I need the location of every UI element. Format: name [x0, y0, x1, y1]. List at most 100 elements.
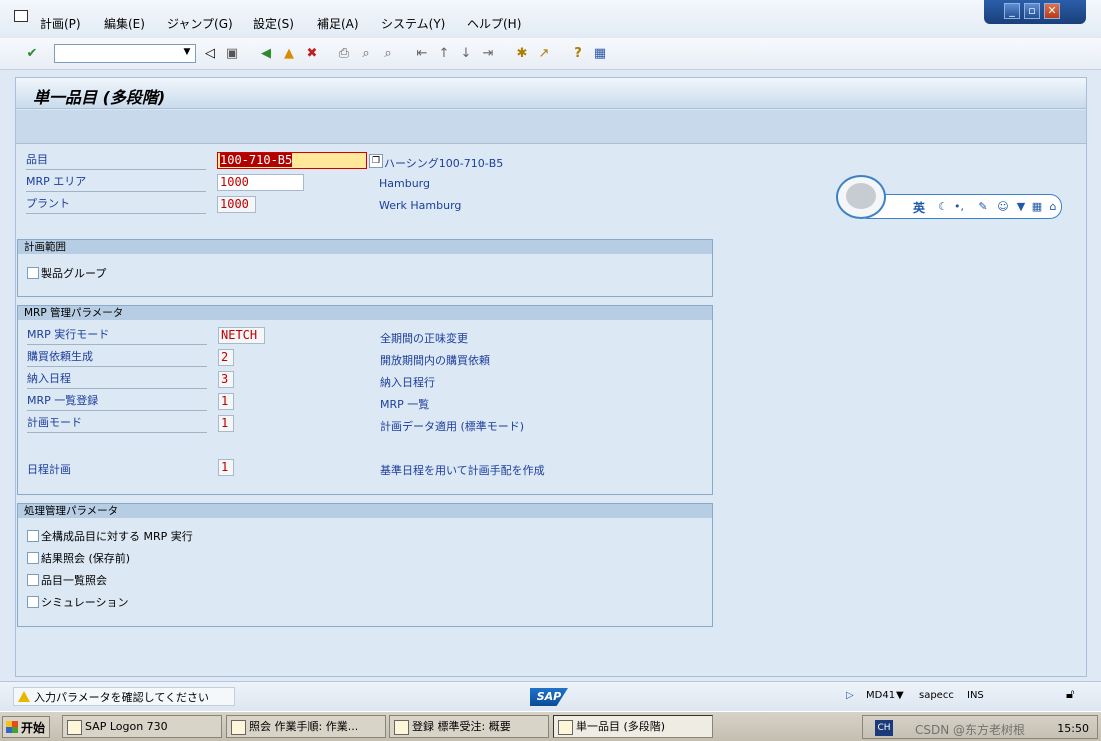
grid-icon[interactable]: ▦ [1031, 200, 1043, 214]
help-icon[interactable]: ? [570, 45, 586, 61]
back-triangle-icon[interactable]: ◁ [202, 45, 218, 61]
material-label: 品目 [26, 151, 206, 170]
planning-mode-field[interactable]: 1 [218, 415, 234, 432]
ime-mascot-icon [836, 175, 886, 219]
wrench-icon[interactable]: ✎ [977, 200, 989, 214]
start-button[interactable]: 开始 [2, 716, 50, 738]
play-icon[interactable]: ▷ [846, 690, 854, 701]
purchase-req-desc: 開放期間内の購買依頼 [380, 354, 490, 367]
result-display-checkbox[interactable] [27, 552, 39, 564]
system-tray: CH CSDN @东方老树根 15:50 [862, 715, 1098, 739]
result-display-label: 結果照会 (保存前) [41, 552, 131, 565]
lock-icon[interactable]: 🔓︎ [1066, 687, 1074, 702]
check-icon[interactable]: ✔ [24, 45, 40, 61]
menu-settings[interactable]: 設定(S) [253, 15, 294, 32]
material-list-row[interactable]: 品目一覧照会 [27, 572, 107, 588]
plant-desc: Werk Hamburg [379, 199, 462, 212]
command-field[interactable]: ▼ [54, 44, 196, 63]
smiley-icon[interactable]: ☺ [997, 200, 1009, 214]
shortcut-icon[interactable]: ↗ [536, 45, 552, 61]
main-panel: 単一品目 (多段階) 品目 100-710-B5 ❐ ハーシング100-710-… [15, 77, 1087, 677]
material-field[interactable]: 100-710-B5 [217, 152, 367, 169]
purchase-req-field[interactable]: 2 [218, 349, 234, 366]
sap-logo: SAP [530, 688, 568, 706]
taskbar: 开始 SAP Logon 730 照会 作業手順: 作業... 登録 標準受注:… [0, 711, 1101, 741]
title-bar: 単一品目 (多段階) [16, 78, 1086, 109]
purchase-req-label: 購買依頼生成 [27, 348, 207, 367]
ime-bar: 英 ☾ •, ✎ ☺ ▼ ▦ ⌂ [856, 194, 1062, 219]
transaction-code[interactable]: MD41 [866, 690, 895, 701]
last-page-icon[interactable]: ⇥ [480, 45, 496, 61]
menu-extras[interactable]: 補足(A) [317, 15, 359, 32]
standard-toolbar: ✔ ▼ ◁ ▣ ◀ ▲ ✖ ⎙ ⌕ ⌕ ⇤ ↑ ↓ ⇥ ✱ ↗ ? ▦ [0, 38, 1101, 70]
delivery-schedule-label: 納入日程 [27, 370, 207, 389]
insert-mode[interactable]: INS [967, 690, 984, 701]
status-bar: 入力パラメータを確認してください SAP ▷ MD41 ▼ sapecc INS… [0, 681, 1101, 711]
status-message[interactable]: 入力パラメータを確認してください [13, 687, 235, 706]
mrp-all-components-row[interactable]: 全構成品目に対する MRP 実行 [27, 528, 193, 544]
next-page-icon[interactable]: ↓ [458, 45, 474, 61]
mrp-all-components-label: 全構成品目に対する MRP 実行 [41, 530, 193, 543]
mrp-control-group: MRP 管理パラメータ MRP 実行モード NETCH 全期間の正味変更 購買依… [17, 305, 713, 495]
back-icon[interactable]: ◀ [258, 45, 274, 61]
result-display-row[interactable]: 結果照会 (保存前) [27, 550, 130, 566]
simulation-checkbox[interactable] [27, 596, 39, 608]
clock: 15:50 [1057, 722, 1089, 735]
menu-bar: 計画(P) 編集(E) ジャンプ(G) 設定(S) 補足(A) システム(Y) … [0, 0, 1101, 38]
moon-icon[interactable]: ☾ [937, 200, 949, 214]
chevron-down-icon[interactable]: ▼ [181, 47, 193, 60]
simulation-row[interactable]: シミュレーション [27, 594, 129, 610]
mrp-run-mode-field[interactable]: NETCH [218, 327, 265, 344]
ime-toolbar[interactable]: 英 ☾ •, ✎ ☺ ▼ ▦ ⌂ [836, 175, 1062, 219]
page-title: 単一品目 (多段階) [33, 88, 166, 107]
system-menu-icon[interactable] [14, 10, 28, 22]
mrp-area-label: MRP エリア [26, 173, 206, 192]
menu-system[interactable]: システム(Y) [381, 15, 445, 32]
material-list-label: 品目一覧照会 [41, 574, 107, 587]
plant-field[interactable]: 1000 [217, 196, 256, 213]
chevron-down-icon[interactable]: ▼ [896, 690, 904, 701]
task-routing[interactable]: 照会 作業手順: 作業... [226, 715, 386, 738]
scheduling-label: 日程計画 [27, 463, 71, 476]
close-button[interactable]: ✕ [1044, 3, 1060, 19]
task-sales-order[interactable]: 登録 標準受注: 概要 [389, 715, 549, 738]
delivery-schedule-field[interactable]: 3 [218, 371, 234, 388]
menu-goto[interactable]: ジャンプ(G) [167, 15, 233, 32]
product-group-row[interactable]: 製品グループ [27, 265, 106, 281]
prev-page-icon[interactable]: ↑ [436, 45, 452, 61]
ime-language[interactable]: 英 [913, 199, 925, 216]
task-single-item[interactable]: 単一品目 (多段階) [553, 715, 713, 738]
find-next-icon[interactable]: ⌕ [380, 45, 396, 61]
shirt-icon[interactable]: ▼ [1015, 200, 1027, 214]
menu-help[interactable]: ヘルプ(H) [467, 15, 521, 32]
task-sap-logon[interactable]: SAP Logon 730 [62, 715, 222, 738]
mrp-control-title: MRP 管理パラメータ [18, 306, 712, 320]
mrp-all-components-checkbox[interactable] [27, 530, 39, 542]
planning-mode-desc: 計画データ適用 (標準モード) [380, 420, 525, 433]
input-language[interactable]: CH [875, 720, 893, 736]
process-control-group: 処理管理パラメータ 全構成品目に対する MRP 実行 結果照会 (保存前) 品目… [17, 503, 713, 627]
exit-icon[interactable]: ▲ [281, 45, 297, 61]
first-page-icon[interactable]: ⇤ [414, 45, 430, 61]
layout-icon[interactable]: ▦ [592, 45, 608, 61]
find-icon[interactable]: ⌕ [358, 45, 374, 61]
product-group-checkbox[interactable] [27, 267, 39, 279]
application-toolbar [16, 110, 1086, 144]
punctuation-icon[interactable]: •, [953, 200, 965, 214]
mrp-area-field[interactable]: 1000 [217, 174, 304, 191]
mrp-list-field[interactable]: 1 [218, 393, 234, 410]
scheduling-field[interactable]: 1 [218, 459, 234, 476]
warning-icon [18, 691, 30, 702]
menu-edit[interactable]: 編集(E) [104, 15, 145, 32]
value-help-icon[interactable]: ❐ [369, 154, 383, 168]
new-session-icon[interactable]: ✱ [514, 45, 530, 61]
save-icon[interactable]: ▣ [224, 45, 240, 61]
menu-plan[interactable]: 計画(P) [40, 15, 81, 32]
planning-scope-group: 計画範囲 製品グループ [17, 239, 713, 297]
print-icon[interactable]: ⎙ [336, 45, 352, 61]
minimize-button[interactable]: _ [1004, 3, 1020, 19]
material-list-checkbox[interactable] [27, 574, 39, 586]
restore-button[interactable]: ▫ [1024, 3, 1040, 19]
lock-icon[interactable]: ⌂ [1047, 200, 1059, 214]
cancel-icon[interactable]: ✖ [304, 45, 320, 61]
